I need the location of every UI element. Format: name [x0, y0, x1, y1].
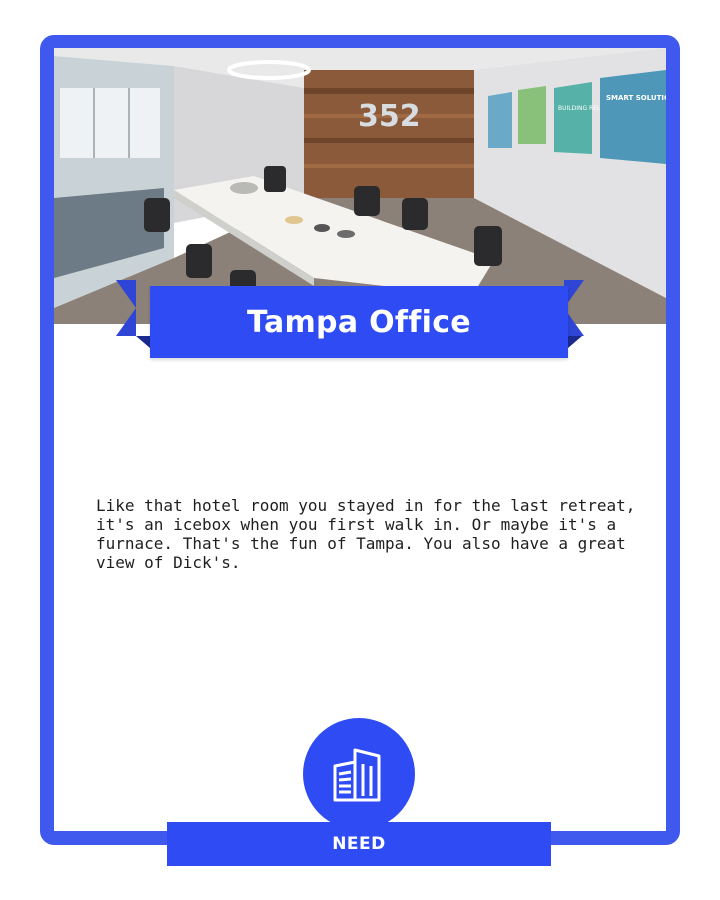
ribbon-fold-left: [136, 336, 150, 348]
category-banner: NEED: [167, 822, 551, 866]
poster-text: SMART SOLUTIONS: [606, 94, 666, 102]
office-building-icon: [333, 748, 381, 802]
ribbon-fold-right: [568, 336, 582, 348]
card-title: Tampa Office: [247, 304, 471, 340]
title-banner: Tampa Office: [150, 286, 568, 358]
ribbon-tail-left: [116, 280, 136, 336]
category-label: NEED: [332, 834, 386, 854]
wall-sign-text: 352: [358, 99, 421, 134]
card-description: Like that hotel room you stayed in for t…: [96, 496, 636, 572]
category-icon-badge: [303, 718, 415, 830]
